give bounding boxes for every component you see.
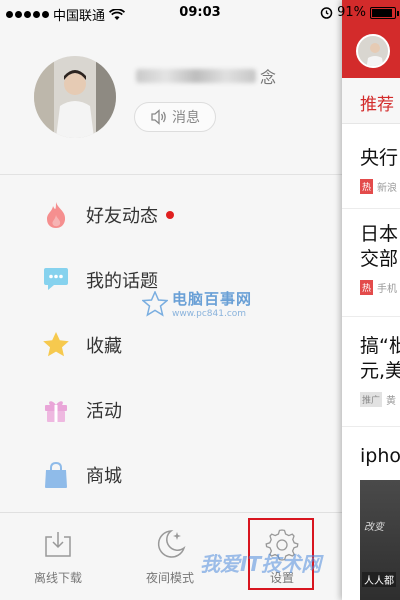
news-feed-panel[interactable]: 推荐 央行 热 新浪 日本 交部 热 手机 搞“枇 元,美 推广 黄 iphon… — [342, 0, 400, 600]
news-headline: 日本 — [360, 223, 399, 245]
news-item[interactable]: 日本 交部 热 手机 — [360, 222, 400, 295]
news-thumbnail[interactable]: 改变 人人都 — [360, 480, 400, 600]
side-drawer: 念 消息 好友动态 我的话题 收藏 活动 商城 电脑百事网 www.pc841.… — [0, 0, 342, 600]
news-headline: 央行 — [360, 147, 399, 169]
news-source: 新浪 — [377, 183, 398, 194]
username-suffix: 念 — [260, 68, 277, 87]
shopping-bag-icon — [42, 461, 70, 489]
news-meta: 推广 黄 — [360, 392, 400, 407]
night-mode-button[interactable]: 夜间模式 — [130, 527, 210, 586]
status-bar-right: 91% — [320, 5, 399, 20]
news-source: 手机 — [377, 284, 398, 295]
profile-divider — [0, 174, 342, 175]
flame-icon — [42, 201, 70, 229]
blurred-name — [136, 69, 256, 83]
ad-tag: 推广 — [360, 392, 383, 407]
speaker-icon — [151, 109, 166, 125]
offline-download-label: 离线下载 — [33, 571, 82, 585]
news-item[interactable]: iphon — [360, 444, 400, 469]
news-item[interactable]: 央行 热 新浪 — [360, 146, 400, 194]
download-icon — [18, 527, 98, 561]
menu-item-label: 商城 — [86, 465, 122, 487]
menu-item-my-topics[interactable]: 我的话题 — [0, 247, 342, 312]
profile-header: 念 消息 — [0, 26, 342, 174]
feed-tab-recommended[interactable]: 推荐 — [342, 78, 400, 124]
message-button-label: 消息 — [172, 110, 200, 126]
news-headline: 搞“枇 — [360, 335, 400, 357]
hot-tag: 热 — [360, 280, 374, 295]
battery-percent: 91% — [337, 5, 366, 20]
feed-divider — [342, 316, 400, 317]
news-source: 黄 — [386, 396, 397, 407]
feed-divider — [342, 426, 400, 427]
avatar[interactable] — [34, 56, 116, 138]
news-meta: 热 手机 — [360, 280, 400, 295]
battery-icon — [370, 6, 399, 19]
feed-avatar[interactable] — [356, 34, 390, 68]
watermark-bottom: 我爱IT技术网 — [200, 552, 322, 576]
unread-dot — [166, 210, 174, 219]
feed-divider — [342, 208, 400, 209]
offline-download-button[interactable]: 离线下载 — [18, 527, 98, 586]
news-meta: 热 新浪 — [360, 179, 400, 194]
username: 念 — [136, 64, 286, 88]
drawer-menu: 好友动态 我的话题 收藏 活动 商城 — [0, 182, 342, 507]
news-headline-line2: 元,美 — [360, 360, 400, 382]
news-item[interactable]: 搞“枇 元,美 推广 黄 — [360, 334, 400, 407]
menu-item-friends-activity[interactable]: 好友动态 — [0, 182, 342, 247]
night-mode-label: 夜间模式 — [145, 571, 194, 585]
menu-item-label: 我的话题 — [86, 270, 158, 292]
thumbnail-caption: 改变 — [364, 522, 384, 533]
menu-item-favorites[interactable]: 收藏 — [0, 312, 342, 377]
news-headline: iphon — [360, 445, 400, 467]
menu-item-label: 收藏 — [86, 335, 122, 357]
chat-bubble-icon — [42, 266, 70, 294]
moon-icon — [130, 527, 210, 561]
gift-icon — [42, 396, 70, 424]
menu-item-mall[interactable]: 商城 — [0, 442, 342, 507]
star-icon — [42, 331, 70, 359]
menu-item-events[interactable]: 活动 — [0, 377, 342, 442]
menu-item-label: 好友动态 — [86, 205, 158, 227]
alarm-icon — [320, 7, 333, 19]
message-button[interactable]: 消息 — [134, 102, 216, 132]
menu-item-label: 活动 — [86, 400, 122, 422]
status-bar: 中国联通 09:03 91% — [0, 0, 400, 26]
hot-tag: 热 — [360, 179, 374, 194]
news-headline-line2: 交部 — [360, 248, 399, 270]
thumbnail-overlay: 人人都 — [362, 572, 396, 587]
